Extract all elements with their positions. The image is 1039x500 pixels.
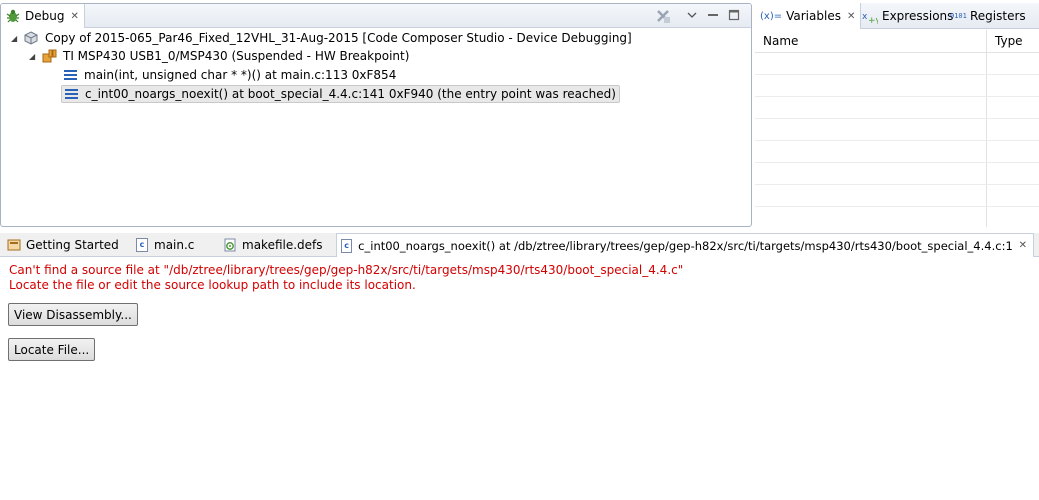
- expand-arrow-icon[interactable]: ◢: [11, 34, 23, 43]
- tree-item-launch[interactable]: ◢ Copy of 2015-065_Par46_Fixed_12VHL_31-…: [11, 29, 632, 47]
- tab-registers-label: Registers: [970, 9, 1026, 23]
- tab-getting-started[interactable]: Getting Started: [6, 233, 119, 257]
- table-row: [755, 119, 1039, 141]
- close-icon[interactable]: ✕: [847, 11, 855, 22]
- error-line: Locate the file or edit the source looku…: [9, 278, 416, 292]
- target-label: TI MSP430 USB1_0/MSP430 (Suspended - HW …: [63, 49, 410, 63]
- table-row: [755, 141, 1039, 163]
- close-icon[interactable]: ✕: [1019, 240, 1027, 251]
- tab-expressions-label: Expressions: [882, 9, 954, 23]
- tree-item-target[interactable]: ◢ TI MSP430 USB1_0/MSP430 (Suspended - H…: [29, 47, 409, 65]
- getting-started-icon: [6, 237, 22, 253]
- editor-tabbar: Getting Started c main.c makefile.defs c…: [0, 233, 1039, 257]
- variables-icon: (x)=: [760, 10, 783, 22]
- table-row: [755, 97, 1039, 119]
- suspended-thread-icon: [41, 48, 57, 64]
- debug-view: Debug ✕ ◢ Copy of 2015-065_Par46_Fixed_1…: [0, 3, 752, 227]
- tab-expressions[interactable]: x +y Expressions: [857, 3, 958, 29]
- c-file-icon: c: [136, 238, 148, 252]
- tab-source-not-found[interactable]: c c_int00_noargs_noexit() at /db/ztree/l…: [336, 233, 1034, 257]
- tab-debug[interactable]: Debug ✕: [1, 4, 85, 28]
- tab-main-c[interactable]: c main.c: [136, 233, 194, 257]
- table-row: [755, 163, 1039, 185]
- column-header-name-label: Name: [763, 34, 799, 48]
- svg-text:+y: +y: [868, 16, 878, 24]
- stack-frame-selection[interactable]: c_int00_noargs_noexit() at boot_special_…: [61, 85, 620, 103]
- stack-frame-label: main(int, unsigned char * *)() at main.c…: [84, 68, 397, 82]
- table-row: [755, 207, 1039, 227]
- view-menu-icon[interactable]: [686, 9, 698, 24]
- makefile-icon: [222, 237, 238, 253]
- remove-terminated-icon[interactable]: [655, 8, 671, 27]
- bug-icon: [5, 8, 21, 24]
- column-header-type[interactable]: Type: [987, 30, 1039, 53]
- cube-icon: [23, 30, 39, 46]
- column-header-name[interactable]: Name: [755, 30, 986, 53]
- expressions-icon: x +y: [862, 8, 882, 26]
- expand-arrow-icon[interactable]: ◢: [29, 52, 41, 61]
- stack-frame-label: c_int00_noargs_noexit() at boot_special_…: [85, 87, 616, 101]
- table-row: [755, 185, 1039, 207]
- registers-icon: 0101: [950, 11, 967, 20]
- launch-label: Copy of 2015-065_Par46_Fixed_12VHL_31-Au…: [45, 31, 632, 45]
- tab-variables-label: Variables: [786, 9, 841, 23]
- tab-makefile-defs-label: makefile.defs: [242, 238, 323, 252]
- locate-file-button[interactable]: Locate File...: [8, 338, 96, 361]
- debug-tabbar: Debug ✕: [1, 4, 751, 28]
- minimize-icon[interactable]: [707, 9, 719, 24]
- error-line: Can't find a source file at "/db/ztree/l…: [9, 263, 684, 277]
- close-icon[interactable]: ✕: [70, 11, 78, 22]
- stack-frame[interactable]: main(int, unsigned char * *)() at main.c…: [64, 66, 396, 84]
- variables-tabbar: (x)= Variables ✕ x +y Expressions 0101 R…: [755, 3, 1039, 29]
- stack-frame-icon: [65, 88, 79, 100]
- variables-view: (x)= Variables ✕ x +y Expressions 0101 R…: [755, 3, 1039, 227]
- tab-makefile-defs[interactable]: makefile.defs: [222, 233, 323, 257]
- tab-source-not-found-label: c_int00_noargs_noexit() at /db/ztree/lib…: [358, 238, 1013, 253]
- view-disassembly-button[interactable]: View Disassembly...: [8, 303, 138, 326]
- table-row: [755, 75, 1039, 97]
- tab-variables[interactable]: (x)= Variables ✕: [755, 3, 862, 29]
- table-row: [755, 53, 1039, 75]
- tab-debug-label: Debug: [25, 9, 65, 23]
- maximize-icon[interactable]: [728, 9, 740, 24]
- stack-frame-icon: [64, 69, 78, 81]
- tab-getting-started-label: Getting Started: [26, 238, 119, 252]
- tab-main-c-label: main.c: [154, 238, 195, 252]
- c-file-icon: c: [341, 238, 353, 253]
- stack-frame-selected[interactable]: c_int00_noargs_noexit() at boot_special_…: [61, 85, 620, 103]
- source-not-found-message: Can't find a source file at "/db/ztree/l…: [9, 263, 683, 293]
- column-header-type-label: Type: [995, 34, 1023, 48]
- tab-registers[interactable]: 0101 Registers: [945, 3, 1031, 29]
